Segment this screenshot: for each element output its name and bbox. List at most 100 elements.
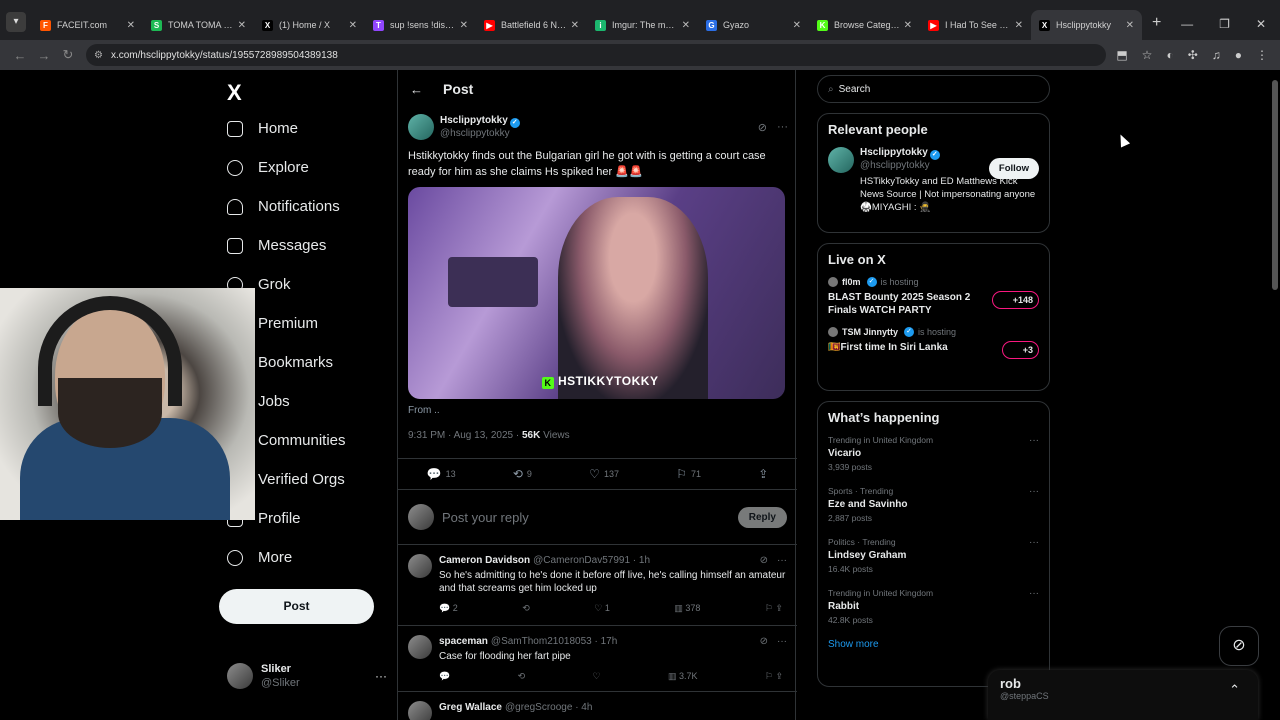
bookmark-action[interactable]: ⚐ 71 (676, 467, 701, 481)
post-button[interactable]: Post (219, 589, 374, 624)
expand-chevron-icon[interactable]: ⌃ (1229, 682, 1240, 698)
site-info-icon[interactable]: ⚙ (94, 50, 103, 61)
author-name[interactable]: Hsclippytokky (440, 115, 508, 126)
live-item[interactable]: fl0m ✓ is hosting BLAST Bounty 2025 Season… (828, 277, 1039, 317)
trend-more-icon[interactable]: ··· (1029, 588, 1039, 599)
browser-tab[interactable]: X (1) Home / X ✕ (254, 10, 365, 40)
browser-tab[interactable]: K Browse Categorie ✕ (809, 10, 920, 40)
browser-tab[interactable]: i Imgur: The magic ✕ (587, 10, 698, 40)
nav-messages[interactable]: Messages (227, 237, 326, 254)
grok-explain-icon[interactable]: ⊘ (758, 121, 767, 134)
nav-home[interactable]: Home (227, 120, 298, 137)
like-action[interactable]: ♡ 1 (594, 603, 610, 614)
grok-explain-icon[interactable]: ⊘ (760, 554, 768, 567)
reply-item[interactable]: Greg Wallace @gregScrooge · 4h (398, 693, 797, 720)
avatar[interactable] (408, 701, 432, 720)
views-action[interactable]: ▥ 3.7K (668, 671, 698, 682)
more-dots-icon[interactable]: ··· (375, 669, 387, 683)
reply-more-icon[interactable]: ··· (777, 635, 787, 648)
extension-icon[interactable]: ◐ (1166, 48, 1173, 62)
tab-close-icon[interactable]: ✕ (571, 20, 579, 31)
browser-tab-active[interactable]: X Hsclippytokky ✕ (1031, 10, 1142, 40)
listener-count-pill[interactable]: +148 (991, 291, 1039, 309)
repost-action[interactable]: ⟲ (522, 603, 530, 614)
bookmark-star-icon[interactable]: ☆ (1142, 48, 1153, 62)
avatar[interactable] (408, 114, 434, 140)
reply-author-name[interactable]: Cameron Davidson (439, 554, 530, 567)
back-arrow-icon[interactable]: ← (410, 82, 423, 97)
url-field[interactable]: ⚙ x.com/hsclippytokky/status/19557289895… (86, 44, 1107, 66)
search-input[interactable]: ⌕ Search (817, 75, 1050, 103)
author-handle[interactable]: @hsclippytokky (440, 128, 520, 140)
person-name[interactable]: Hsclippytokky (860, 147, 928, 158)
avatar[interactable] (408, 554, 432, 578)
account-switcher[interactable]: Sliker @Sliker ··· (227, 662, 387, 690)
avatar[interactable] (408, 635, 432, 659)
trend-item[interactable]: Trending in United Kingdom Rabbit 42.8K po… (828, 588, 1039, 625)
browser-tab[interactable]: Tsup !sens !discord ✕ (365, 10, 476, 40)
back-icon[interactable]: ← (8, 48, 32, 63)
reply-input[interactable]: Post your reply (442, 510, 738, 525)
tab-close-icon[interactable]: ✕ (1015, 20, 1023, 31)
bookmark-action[interactable]: ⚐ ⇪ (765, 603, 783, 614)
browser-menu-icon[interactable]: ⋮ (1256, 48, 1268, 62)
like-action[interactable]: ♡ (593, 671, 601, 682)
listener-count-pill[interactable]: +3 (1001, 341, 1039, 359)
messages-dock[interactable]: rob @steppaCS ⌃ (988, 670, 1258, 720)
new-tab-button[interactable]: + (1152, 14, 1161, 32)
tab-close-icon[interactable]: ✕ (349, 20, 357, 31)
browser-tab[interactable]: S TOMA TOMA - pl ✕ (143, 10, 254, 40)
forward-icon[interactable]: → (32, 48, 56, 63)
nav-more[interactable]: More (227, 549, 292, 566)
trend-item[interactable]: Sports · Trending Eze and Savinho 2,887 po… (828, 486, 1039, 523)
media-control-icon[interactable]: ♫ (1212, 48, 1221, 62)
tab-close-icon[interactable]: ✕ (793, 20, 801, 31)
follow-button[interactable]: Follow (988, 158, 1039, 179)
trend-more-icon[interactable]: ··· (1029, 486, 1039, 497)
browser-tab[interactable]: G Gyazo ✕ (698, 10, 809, 40)
nav-explore[interactable]: Explore (227, 159, 309, 176)
tweet-more-icon[interactable]: ··· (777, 121, 788, 134)
minimize-icon[interactable]: — (1181, 17, 1193, 31)
tab-search-button[interactable]: ▾ (6, 12, 26, 32)
browser-tab[interactable]: F FACEIT.com ✕ (32, 10, 143, 40)
reply-author-handle[interactable]: @CameronDav57991 · 1h (533, 554, 650, 567)
repost-action[interactable]: ⟲ 9 (513, 467, 532, 481)
tab-close-icon[interactable]: ✕ (682, 20, 690, 31)
browser-tab[interactable]: ▶ I Had To See If Du ✕ (920, 10, 1031, 40)
reload-icon[interactable]: ↻ (56, 47, 80, 63)
repost-action[interactable]: ⟲ (518, 671, 526, 682)
trend-item[interactable]: Trending in United Kingdom Vicario 3,939 p… (828, 435, 1039, 472)
like-action[interactable]: ♡ 137 (589, 467, 619, 481)
reply-author-name[interactable]: spaceman (439, 635, 488, 648)
install-app-icon[interactable]: ⬒ (1116, 48, 1127, 62)
trend-more-icon[interactable]: ··· (1029, 537, 1039, 548)
share-action[interactable]: ⇪ (758, 467, 768, 481)
grok-floating-icon[interactable]: ⊘ (1219, 626, 1259, 666)
tweet-time[interactable]: 9:31 PM · Aug 13, 2025 · (408, 430, 522, 441)
reply-action[interactable]: 💬 13 (427, 467, 456, 481)
reply-more-icon[interactable]: ··· (777, 554, 787, 567)
reply-item[interactable]: Cameron Davidson @CameronDav57991 · 1h ⊘ ··… (398, 546, 797, 626)
bookmark-action[interactable]: ⚐ ⇪ (765, 671, 783, 682)
profile-avatar-icon[interactable]: ● (1235, 48, 1242, 62)
page-scrollbar[interactable] (1272, 80, 1278, 290)
tab-close-icon[interactable]: ✕ (127, 20, 135, 31)
grok-explain-icon[interactable]: ⊘ (760, 635, 768, 648)
reply-button[interactable]: Reply (737, 506, 787, 528)
show-more-link[interactable]: Show more (828, 639, 1039, 650)
reply-author-handle[interactable]: @SamThom21018053 · 17h (491, 635, 617, 648)
close-window-icon[interactable]: ✕ (1256, 17, 1266, 31)
puzzle-icon[interactable]: ✣ (1188, 48, 1198, 62)
media-source-text[interactable]: From .. (408, 405, 788, 416)
live-item[interactable]: TSM Jinnytty ✓ is hosting 🇱🇰First time In … (828, 327, 1039, 359)
trend-item[interactable]: Politics · Trending Lindsey Graham 16.4K p… (828, 537, 1039, 574)
tab-close-icon[interactable]: ✕ (904, 20, 912, 31)
avatar[interactable] (828, 147, 854, 173)
tweet-media[interactable]: K HSTIKKYTOKKY (408, 187, 785, 399)
tab-close-icon[interactable]: ✕ (238, 20, 246, 31)
reply-author-handle[interactable]: @gregScrooge · 4h (505, 701, 592, 714)
nav-notifications[interactable]: Notifications (227, 198, 340, 215)
views-action[interactable]: ▥ 378 (674, 603, 700, 614)
restore-icon[interactable]: ❐ (1219, 17, 1230, 31)
